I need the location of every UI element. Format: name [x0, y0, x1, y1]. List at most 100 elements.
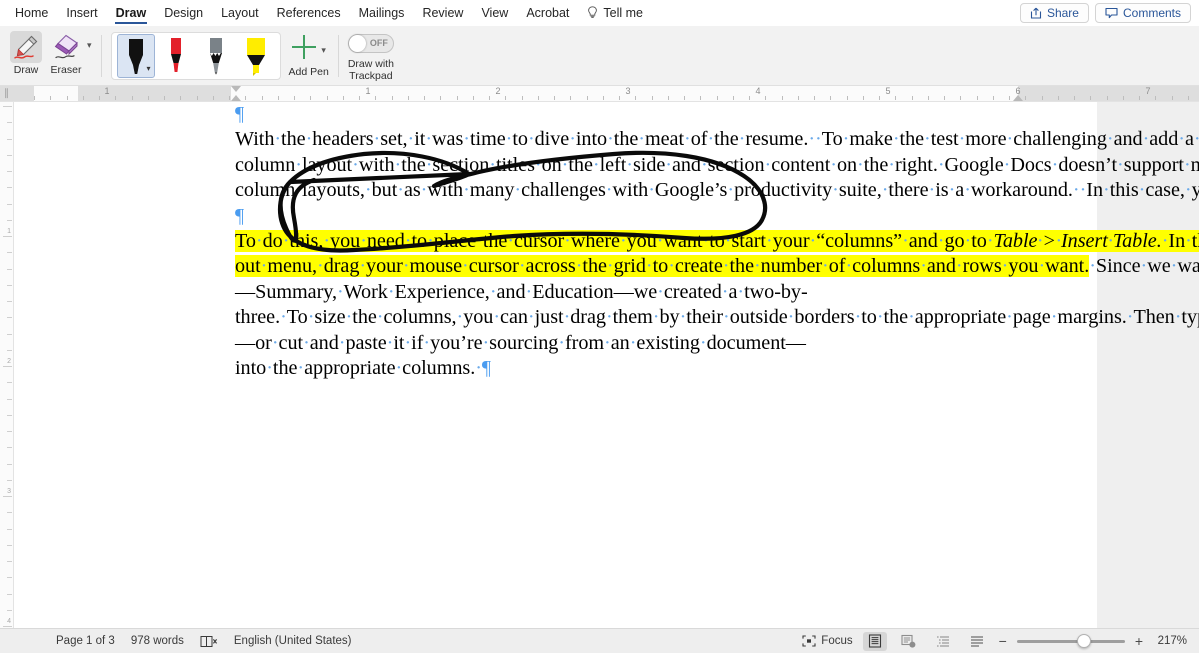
- paragraph-empty-top[interactable]: ¶: [235, 102, 1025, 127]
- tell-me-button[interactable]: Tell me: [578, 6, 652, 20]
- draw-tool-button[interactable]: Draw: [6, 28, 46, 84]
- print-layout-icon[interactable]: [863, 632, 887, 651]
- zoom-slider[interactable]: [1017, 633, 1125, 649]
- vertical-ruler-tick: [7, 529, 12, 530]
- ruler-tick: [798, 96, 799, 100]
- focus-button[interactable]: Focus: [802, 635, 852, 647]
- ruler-tick: [782, 96, 783, 100]
- ruler-tick: [814, 96, 815, 100]
- vertical-ruler-tick: [7, 155, 12, 156]
- document-page[interactable]: ¶ With·the·headers·set,·it·was·time·to·d…: [14, 102, 1097, 628]
- language-indicator[interactable]: English (United States): [234, 635, 352, 647]
- tab-mailings[interactable]: Mailings: [350, 0, 414, 26]
- add-pen-label: Add Pen: [289, 66, 329, 78]
- tab-home[interactable]: Home: [6, 0, 57, 26]
- left-indent-marker[interactable]: [231, 95, 241, 101]
- ruler-tick: [50, 96, 51, 100]
- ruler-tick: [1172, 96, 1173, 100]
- pilcrow-mark: ¶: [235, 205, 244, 227]
- focus-label: Focus: [821, 635, 852, 647]
- ruler-tick: [440, 96, 441, 100]
- tab-acrobat[interactable]: Acrobat: [517, 0, 578, 26]
- draft-icon[interactable]: [965, 632, 989, 651]
- tab-design[interactable]: Design: [155, 0, 212, 26]
- trackpad-label-line2: Trackpad: [349, 70, 392, 82]
- pencil-gray[interactable]: [197, 34, 235, 78]
- vertical-ruler-tick: [7, 220, 12, 221]
- vertical-ruler-tick: [7, 187, 12, 188]
- ruler-tick: [944, 96, 945, 100]
- pen-black[interactable]: ▾: [117, 34, 155, 78]
- document-canvas[interactable]: ¶ With·the·headers·set,·it·was·time·to·d…: [14, 102, 1199, 628]
- right-indent-marker[interactable]: [1013, 95, 1023, 101]
- ruler-tick: [424, 96, 425, 100]
- word-document-window: Home Insert Draw Design Layout Reference…: [0, 0, 1199, 653]
- vertical-ruler-tick: [7, 431, 12, 432]
- first-line-indent-marker[interactable]: [231, 86, 241, 92]
- ruler-tick: [408, 96, 409, 100]
- add-pen-row: ▾: [291, 34, 326, 60]
- tab-insert[interactable]: Insert: [57, 0, 106, 26]
- draw-with-trackpad-label: Draw with Trackpad: [348, 58, 394, 82]
- pen-red[interactable]: [157, 34, 195, 78]
- highlighter-yellow[interactable]: [237, 34, 275, 78]
- ruler-tick: [132, 96, 133, 100]
- ruler-tick: [115, 96, 116, 100]
- ruler-tick: [1058, 96, 1059, 100]
- horizontal-ruler[interactable]: ∥ 1 1 2 3 4 5 6 7: [0, 86, 1199, 102]
- tab-layout[interactable]: Layout: [212, 0, 268, 26]
- draw-ribbon: Draw Eraser ▾: [0, 26, 1199, 86]
- outline-icon[interactable]: [931, 632, 955, 651]
- ruler-tick: [522, 96, 523, 100]
- paragraph-headers-set[interactable]: With·the·headers·set,·it·was·time·to·div…: [235, 127, 1025, 203]
- ruler-number-2: 2: [495, 86, 500, 96]
- eraser-tool-button[interactable]: Eraser: [46, 28, 86, 84]
- share-button[interactable]: Share: [1020, 3, 1089, 23]
- web-layout-icon[interactable]: [897, 632, 921, 651]
- vertical-ruler-tick: [7, 252, 12, 253]
- ruler-tick: [505, 96, 506, 100]
- vertical-ruler[interactable]: 1234: [0, 102, 14, 628]
- zoom-slider-knob[interactable]: [1077, 634, 1091, 648]
- word-count[interactable]: 978 words: [131, 635, 184, 647]
- vertical-ruler-tick: [3, 496, 12, 497]
- tab-review[interactable]: Review: [413, 0, 472, 26]
- proofing-errors-icon[interactable]: [200, 635, 218, 648]
- add-pen-chevron-down-icon[interactable]: ▾: [321, 45, 326, 56]
- ruler-tick: [830, 96, 831, 100]
- eraser-chevron-down-icon[interactable]: ▾: [87, 40, 92, 51]
- pen-black-chevron-down-icon[interactable]: ▾: [147, 64, 151, 73]
- ruler-number-1: 1: [365, 86, 370, 96]
- ruler-number-4: 4: [755, 86, 760, 96]
- ruler-tick: [392, 96, 393, 100]
- comments-button[interactable]: Comments: [1095, 3, 1191, 23]
- tab-references[interactable]: References: [268, 0, 350, 26]
- ribbon-tab-bar: Home Insert Draw Design Layout Reference…: [0, 0, 1199, 26]
- vertical-ruler-tick: [7, 512, 12, 513]
- ruler-number-left-1: 1: [104, 86, 109, 96]
- plus-icon: [291, 34, 317, 60]
- page-indicator[interactable]: Page 1 of 3: [56, 635, 115, 647]
- tab-stop-selector-icon[interactable]: ∥: [4, 88, 9, 99]
- ruler-tick: [554, 96, 555, 100]
- vertical-ruler-tick: [7, 399, 12, 400]
- ribbon-tabs: Home Insert Draw Design Layout Reference…: [0, 0, 652, 26]
- zoom-level-label[interactable]: 217%: [1153, 635, 1187, 647]
- ruler-tick: [619, 96, 620, 100]
- vertical-ruler-tick: [7, 171, 12, 172]
- draw-with-trackpad-toggle[interactable]: OFF: [348, 34, 394, 53]
- zoom-out-button[interactable]: −: [999, 635, 1007, 647]
- zoom-in-button[interactable]: +: [1135, 635, 1143, 647]
- ruler-tick: [375, 96, 376, 100]
- vertical-ruler-tick: [7, 594, 12, 595]
- lightbulb-icon: [587, 6, 598, 19]
- vertical-ruler-tick: [7, 269, 12, 270]
- tab-view[interactable]: View: [472, 0, 517, 26]
- add-pen-button[interactable]: ▾ Add Pen: [289, 28, 329, 84]
- ruler-tick: [684, 96, 685, 100]
- tools-group: Draw Eraser ▾: [0, 26, 92, 86]
- paragraph-empty-mid[interactable]: ¶: [235, 204, 1025, 229]
- tab-draw[interactable]: Draw: [107, 0, 156, 26]
- document-body[interactable]: ¶ With·the·headers·set,·it·was·time·to·d…: [235, 102, 1025, 381]
- paragraph-to-do-this[interactable]: To·do·this,·you·need·to·place·the·cursor…: [235, 229, 1025, 381]
